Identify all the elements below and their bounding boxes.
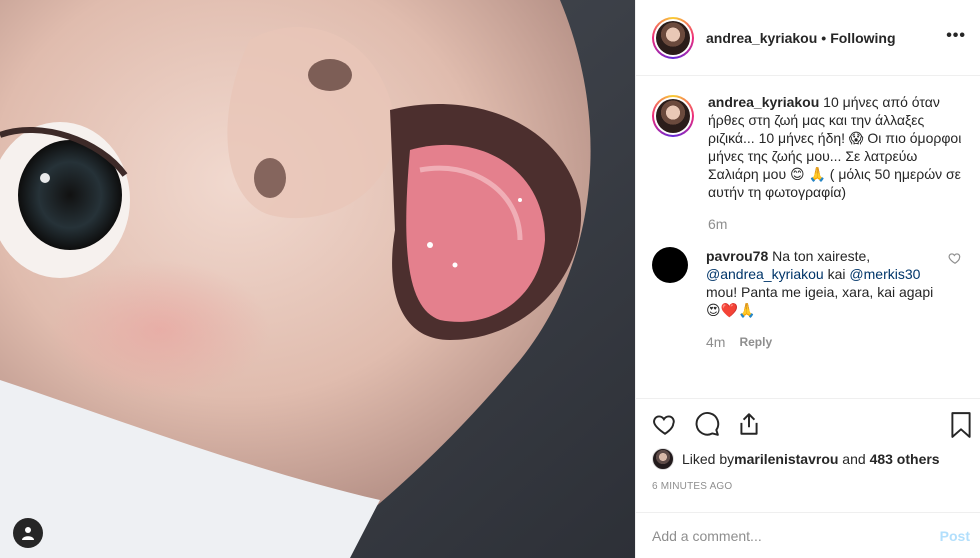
caption-body: andrea_kyriakou 10 μήνες από όταν ήρθες … [708, 93, 964, 233]
post-timestamp[interactable]: 6 MINUTES AGO [652, 481, 732, 492]
comments-list[interactable]: andrea_kyriakou 10 μήνες από όταν ήρθες … [636, 77, 980, 398]
comment-mention-merkis[interactable]: @merkis30 [849, 266, 920, 282]
action-bar [636, 398, 980, 438]
comment-body: pavrou78 Na ton xaireste, @andrea_kyriak… [706, 247, 936, 351]
baby-face-photo [0, 0, 635, 558]
caption-username[interactable]: andrea_kyriakou [708, 94, 819, 110]
comment-like-heart-icon[interactable] [948, 251, 962, 265]
add-comment-bar: Add a comment... Post [636, 512, 980, 558]
caption-age[interactable]: 6m [708, 215, 964, 233]
instagram-post-modal: andrea_kyriakou • Following ••• andrea_k… [0, 0, 980, 558]
author-username[interactable]: andrea_kyriakou [706, 30, 817, 46]
share-icon[interactable] [736, 411, 762, 437]
likes-middle: and [838, 451, 870, 467]
more-options-button[interactable]: ••• [946, 28, 966, 44]
post-photo[interactable] [0, 0, 635, 558]
comment-bubble-icon[interactable] [694, 411, 720, 437]
save-bookmark-icon[interactable] [948, 411, 974, 439]
following-button[interactable]: Following [830, 30, 895, 46]
post-sidebar: andrea_kyriakou • Following ••• andrea_k… [635, 0, 980, 558]
reply-button[interactable]: Reply [739, 333, 772, 351]
header-separator: • [821, 29, 827, 46]
caption-item: andrea_kyriakou 10 μήνες από όταν ήρθες … [652, 93, 964, 233]
post-header: andrea_kyriakou • Following ••• [636, 0, 980, 76]
author-avatar[interactable] [652, 16, 694, 59]
tagged-users-button[interactable] [13, 518, 43, 548]
person-icon [22, 527, 34, 540]
likes-prefix: Liked by [682, 451, 735, 467]
caption-avatar[interactable] [652, 95, 694, 137]
liker-avatar[interactable] [652, 448, 674, 470]
likes-others-count[interactable]: 483 others [870, 451, 940, 467]
comment-text-start: Na ton xaireste, [768, 248, 871, 264]
comment-avatar[interactable] [652, 247, 688, 283]
comment-text-end: mou! Panta me igeia, xara, kai agapi 😍❤️… [706, 284, 934, 318]
comment-age[interactable]: 4m [706, 333, 725, 351]
comment-item: pavrou78 Na ton xaireste, @andrea_kyriak… [652, 247, 964, 351]
add-comment-input[interactable]: Add a comment... [652, 528, 940, 544]
like-heart-icon[interactable] [652, 411, 678, 437]
liker-username[interactable]: marilenistavrou [734, 451, 838, 467]
comment-mention-andrea[interactable]: @andrea_kyriakou [706, 266, 824, 282]
comment-text-middle: kai [823, 266, 850, 282]
likes-summary: Liked by marilenistavrou and 483 others [652, 448, 940, 470]
comment-meta: 4m Reply [706, 333, 936, 351]
post-comment-button[interactable]: Post [940, 528, 970, 544]
comment-username[interactable]: pavrou78 [706, 248, 768, 264]
